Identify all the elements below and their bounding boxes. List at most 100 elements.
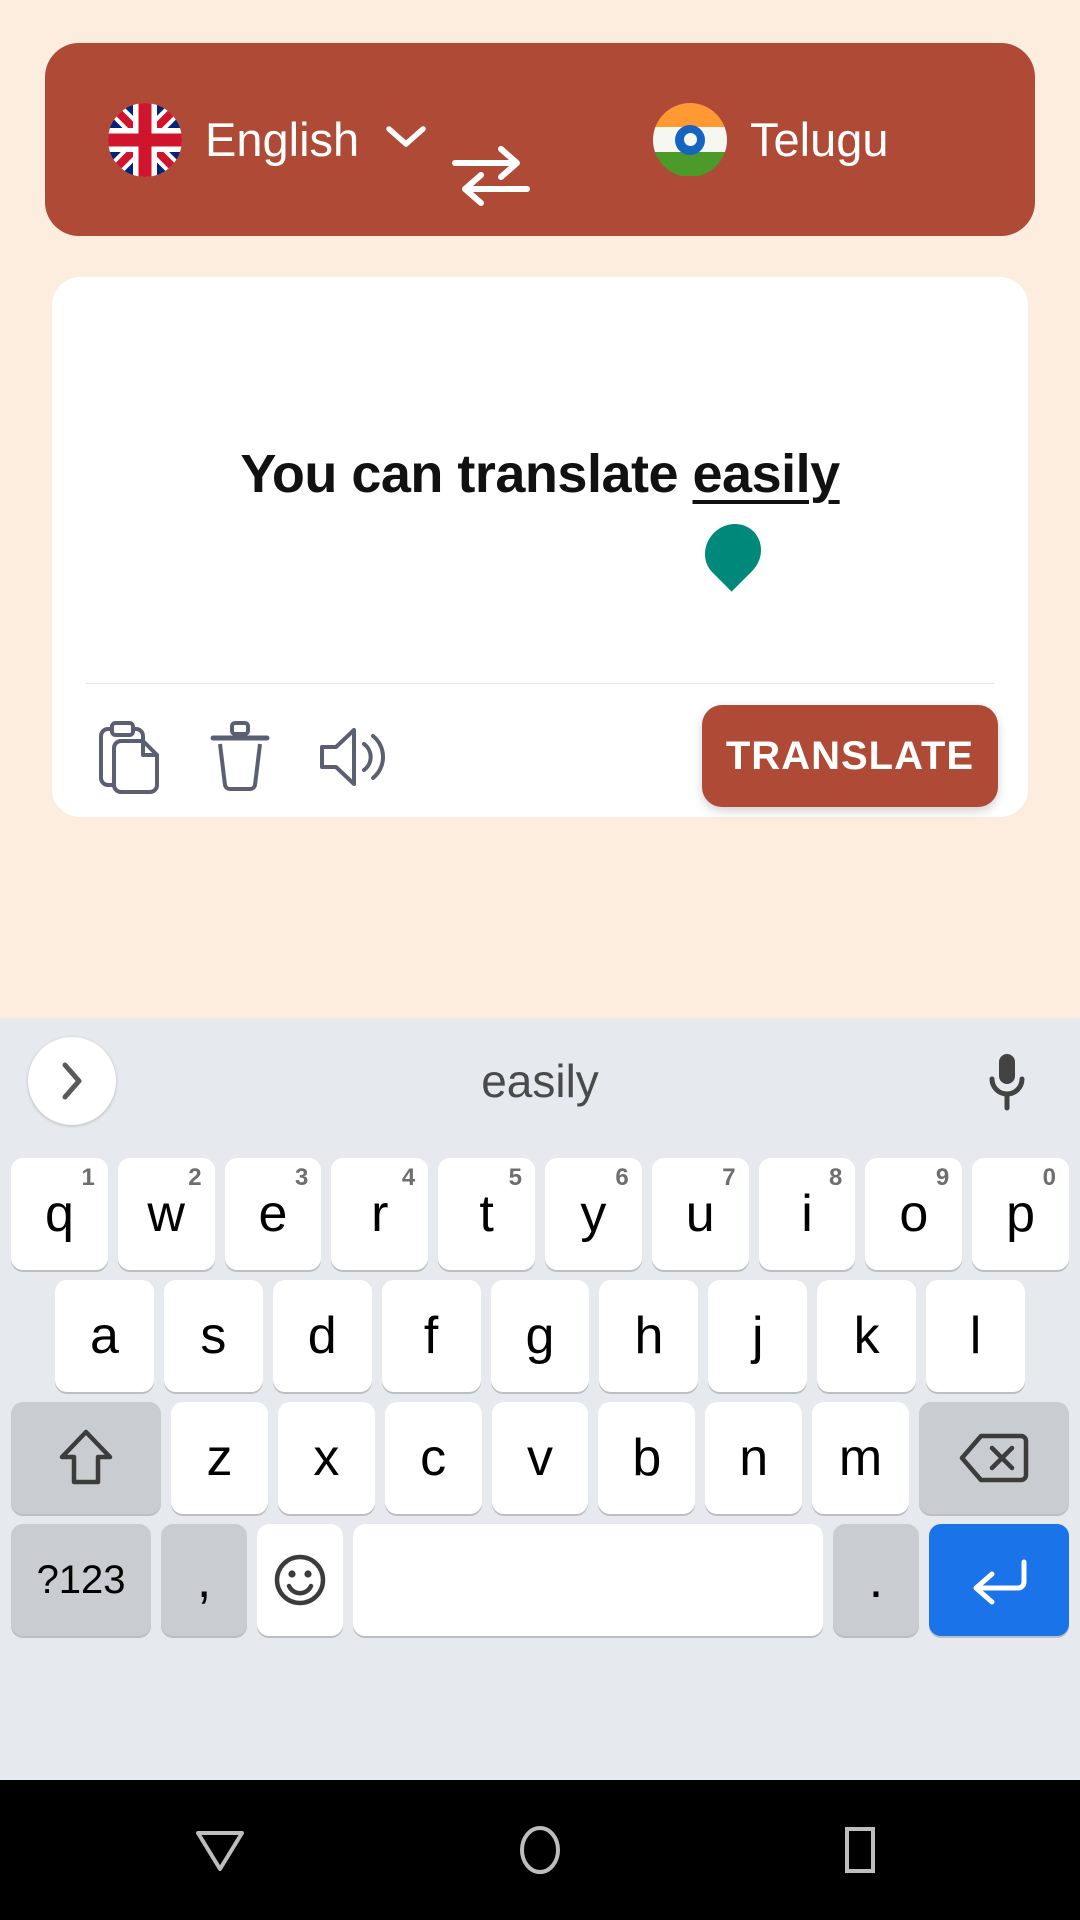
translate-button[interactable]: TRANSLATE (702, 705, 998, 807)
keyboard-row-2: a s d f g h j k l (0, 1280, 1080, 1392)
key-d[interactable]: d (272, 1280, 372, 1392)
key-number-hint: 1 (81, 1164, 95, 1191)
key-label: p (1006, 1185, 1036, 1243)
key-label: m (838, 1429, 883, 1487)
key-label: i (801, 1185, 813, 1243)
key-label: u (685, 1185, 715, 1243)
space-key[interactable] (352, 1524, 823, 1636)
backspace-icon (959, 1433, 1029, 1483)
key-e[interactable]: 3e (224, 1158, 322, 1270)
microphone-icon (989, 1054, 1025, 1111)
key-label: e (258, 1185, 288, 1243)
suggestion-word[interactable]: easily (0, 1054, 1080, 1108)
key-c[interactable]: c (384, 1402, 482, 1514)
key-label: w (147, 1185, 185, 1243)
card-divider (86, 683, 994, 684)
card-action-row: TRANSLATE (52, 705, 1028, 817)
key-j[interactable]: j (708, 1280, 808, 1392)
key-z[interactable]: z (171, 1402, 268, 1514)
key-label: c (420, 1429, 447, 1487)
app-screen: English Telugu · You can tr (0, 0, 1080, 1018)
key-label: q (44, 1185, 74, 1243)
key-label: k (853, 1307, 880, 1365)
swap-languages-button[interactable] (447, 139, 535, 218)
suggestion-bar: easily (0, 1018, 1080, 1146)
key-number-hint: 7 (722, 1164, 736, 1191)
key-label: ?123 (36, 1558, 126, 1602)
source-language-selector[interactable]: English (108, 102, 427, 177)
chevron-down-icon[interactable] (385, 124, 427, 155)
shift-icon (59, 1429, 113, 1485)
key-i[interactable]: 8i (758, 1158, 856, 1270)
home-circle-icon (520, 1826, 560, 1874)
source-text-prefix: You can translate (240, 444, 693, 504)
keyboard-row-1: 1q 2w 3e 4r 5t 6y 7u 8i 9o 0p (0, 1158, 1080, 1270)
key-f[interactable]: f (381, 1280, 481, 1392)
enter-icon (973, 1559, 1027, 1605)
target-language-selector[interactable]: Telugu (653, 102, 889, 177)
key-label: f (423, 1307, 439, 1365)
key-number-hint: 6 (615, 1164, 629, 1191)
key-label: h (634, 1307, 664, 1365)
trash-icon (210, 721, 270, 791)
key-label: r (371, 1185, 389, 1243)
key-m[interactable]: m (812, 1402, 909, 1514)
key-label: . (868, 1551, 884, 1609)
delete-button[interactable] (192, 707, 288, 807)
key-t[interactable]: 5t (438, 1158, 535, 1270)
speaker-icon (320, 728, 386, 786)
recents-square-icon (845, 1827, 875, 1873)
key-label: z (206, 1429, 233, 1487)
key-label: g (525, 1307, 555, 1365)
key-l[interactable]: l (926, 1280, 1026, 1392)
source-text-value: You can translate easily (52, 443, 1028, 505)
voice-input-button[interactable] (972, 1044, 1042, 1120)
key-a[interactable]: a (55, 1280, 154, 1392)
nav-recents-button[interactable] (790, 1780, 930, 1920)
key-v[interactable]: v (491, 1402, 589, 1514)
key-n[interactable]: n (705, 1402, 803, 1514)
period-key[interactable]: . (833, 1524, 919, 1636)
backspace-key[interactable] (918, 1402, 1069, 1514)
key-y[interactable]: 6y (544, 1158, 642, 1270)
key-label: x (313, 1429, 340, 1487)
key-o[interactable]: 9o (865, 1158, 963, 1270)
key-r[interactable]: 4r (331, 1158, 429, 1270)
comma-key[interactable]: , (161, 1524, 248, 1636)
source-text-input[interactable]: You can translate easily (52, 277, 1028, 707)
symbols-key[interactable]: ?123 (11, 1524, 152, 1636)
key-p[interactable]: 0p (972, 1158, 1069, 1270)
key-w[interactable]: 2w (117, 1158, 215, 1270)
key-q[interactable]: 1q (11, 1158, 108, 1270)
key-s[interactable]: s (163, 1280, 263, 1392)
speak-button[interactable] (304, 707, 400, 807)
target-language-label: Telugu (750, 113, 889, 166)
key-b[interactable]: b (598, 1402, 696, 1514)
copy-button[interactable] (82, 707, 178, 807)
emoji-smiley-icon (274, 1554, 326, 1606)
key-g[interactable]: g (490, 1280, 590, 1392)
key-u[interactable]: 7u (651, 1158, 749, 1270)
key-number-hint: 9 (935, 1164, 950, 1191)
nav-back-button[interactable] (150, 1780, 290, 1920)
key-label: n (739, 1429, 769, 1487)
enter-key[interactable] (928, 1524, 1070, 1636)
key-h[interactable]: h (599, 1280, 699, 1392)
shift-key[interactable] (11, 1402, 162, 1514)
source-text-highlight: easily (692, 444, 841, 504)
key-label: o (899, 1185, 929, 1243)
translation-card: You can translate easily TRANSLATE (52, 277, 1028, 817)
key-k[interactable]: k (817, 1280, 917, 1392)
text-cursor-handle[interactable] (693, 512, 773, 592)
source-language-label: English (205, 113, 360, 166)
key-label: v (526, 1429, 553, 1487)
key-label: t (479, 1185, 494, 1243)
nav-home-button[interactable] (470, 1780, 610, 1920)
copy-icon (99, 721, 159, 794)
key-label: a (89, 1307, 119, 1365)
key-x[interactable]: x (277, 1402, 375, 1514)
translate-button-label: TRANSLATE (725, 733, 975, 778)
on-screen-keyboard: easily 1q 2w 3e 4r 5t 6y 7u 8i 9o 0p a s… (0, 1018, 1080, 1780)
emoji-key[interactable] (257, 1524, 343, 1636)
key-number-hint: 4 (401, 1164, 416, 1191)
